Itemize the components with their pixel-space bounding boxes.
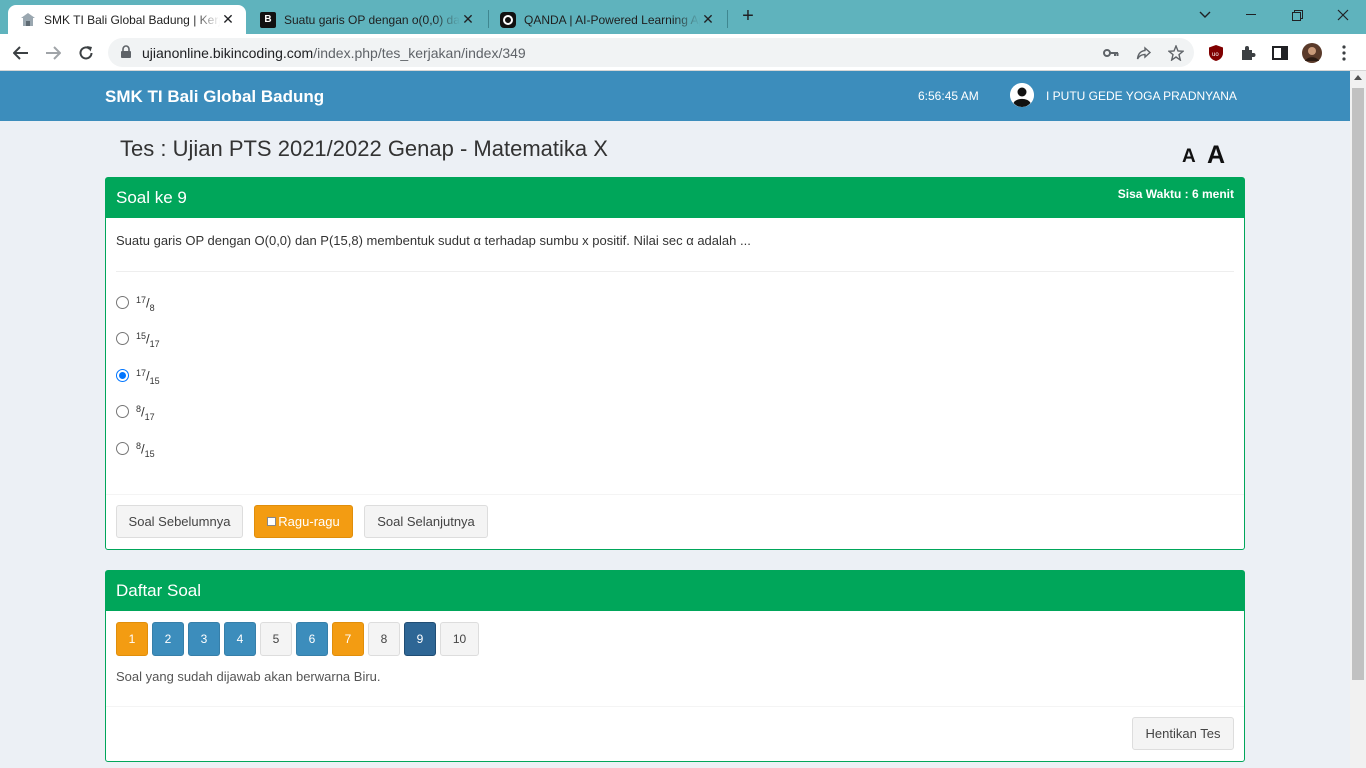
extensions-puzzle-icon[interactable] [1238,43,1258,63]
b-logo-icon: B [260,11,276,28]
clock-text: 6:56:45 AM [918,89,979,103]
browser-tab-active[interactable]: SMK TI Bali Global Badung | Kerjakan Tes… [8,5,246,34]
question-number-button[interactable]: 8 [368,622,400,656]
browser-tab[interactable]: B Suatu garis OP dengan o(0,0) dan P(15,… [248,5,486,34]
checkbox-icon[interactable] [267,517,277,526]
url-text: ujianonline.bikincoding.com/index.php/te… [142,45,526,61]
school-logo-icon [20,12,36,28]
url-host: ujianonline.bikincoding.com [142,45,314,61]
share-icon[interactable] [1135,44,1153,62]
next-question-button[interactable]: Soal Selanjutnya [364,505,488,538]
lock-icon [120,45,132,64]
browser-toolbar: ujianonline.bikincoding.com/index.php/te… [0,34,1366,71]
divider [106,706,1244,707]
radio-button[interactable] [116,405,129,419]
option-fraction: 17/8 [136,295,155,313]
tab-title: Suatu garis OP dengan o(0,0) dan P(15,8) [284,12,460,27]
answer-option[interactable]: 15/17 [116,331,160,349]
doubt-label: Ragu-ragu [278,514,340,529]
question-number-button[interactable]: 6 [296,622,328,656]
option-fraction: 8/15 [136,441,155,459]
close-icon[interactable]: ✕ [700,11,716,28]
font-size-decrease-button[interactable]: A [1182,146,1196,168]
profile-avatar-icon[interactable] [1302,43,1322,63]
scroll-up-arrow-icon[interactable] [1354,75,1362,80]
brand-title[interactable]: SMK TI Bali Global Badung [105,87,324,107]
scroll-thumb[interactable] [1352,88,1364,680]
question-number-button[interactable]: 4 [224,622,256,656]
back-arrow-icon[interactable] [8,40,34,66]
user-name[interactable]: I PUTU GEDE YOGA PRADNYANA [1046,89,1237,103]
question-number-button[interactable]: 3 [188,622,220,656]
answer-hint-text: Soal yang sudah dijawab akan berwarna Bi… [116,669,381,684]
browser-tab[interactable]: QANDA | AI-Powered Learning App ✕ [488,5,726,34]
question-list-box: Daftar Soal 1 2 3 4 5 6 7 8 9 10 Soal ya… [105,570,1245,762]
question-list-title: Daftar Soal [116,581,202,600]
close-icon[interactable]: ✕ [220,11,236,28]
key-icon[interactable] [1102,44,1120,62]
question-list-header: Daftar Soal [106,571,1244,611]
minimize-icon[interactable] [1228,0,1274,30]
browser-menu-icon[interactable] [1334,43,1354,63]
side-panel-icon[interactable] [1270,43,1290,63]
question-number-button[interactable]: 10 [440,622,479,656]
tab-title: SMK TI Bali Global Badung | Kerjakan Tes [44,12,220,27]
question-number-title: Soal ke 9 [116,188,187,207]
window-close-icon[interactable] [1320,0,1366,30]
previous-question-button[interactable]: Soal Sebelumnya [116,505,243,538]
option-fraction: 15/17 [136,331,160,349]
radio-button[interactable] [116,332,129,346]
radio-button[interactable] [116,442,129,456]
question-number-button[interactable]: 7 [332,622,364,656]
tab-search-chevron-icon[interactable] [1182,0,1228,30]
answer-option[interactable]: 8/15 [116,441,155,459]
doubt-button[interactable]: Ragu-ragu [254,505,353,538]
app-header: SMK TI Bali Global Badung 6:56:45 AM I P… [0,71,1350,121]
question-number-grid: 1 2 3 4 5 6 7 8 9 10 [116,622,483,656]
restore-icon[interactable] [1274,0,1320,30]
url-path: /index.php/tes_kerjakan/index/349 [313,45,526,61]
question-box: Soal ke 9 Sisa Waktu : 6 menit Suatu gar… [105,177,1245,550]
font-size-increase-button[interactable]: A [1207,141,1225,170]
option-fraction: 8/17 [136,404,155,422]
qanda-logo-icon [500,11,516,28]
question-text: Suatu garis OP dengan O(0,0) dan P(15,8)… [116,233,751,248]
reload-icon[interactable] [73,40,99,66]
divider [106,494,1244,495]
radio-button[interactable] [116,296,129,310]
question-number-button[interactable]: 1 [116,622,148,656]
tab-separator [727,10,728,28]
radio-button-checked[interactable] [116,369,129,383]
close-icon[interactable]: ✕ [460,11,476,28]
user-avatar-icon[interactable] [1010,83,1034,107]
question-number-button-current[interactable]: 9 [404,622,436,656]
answer-option[interactable]: 17/8 [116,295,155,313]
divider [116,271,1234,272]
answer-option-selected[interactable]: 17/15 [116,368,160,386]
tab-title: QANDA | AI-Powered Learning App [524,12,700,27]
stop-test-button[interactable]: Hentikan Tes [1132,717,1234,750]
question-box-header: Soal ke 9 Sisa Waktu : 6 menit [106,178,1244,218]
remaining-time: Sisa Waktu : 6 menit [1117,187,1234,201]
svg-text:uo: uo [1212,52,1219,58]
question-number-button[interactable]: 2 [152,622,184,656]
page-scrollbar[interactable] [1350,71,1366,768]
ublock-icon[interactable]: uo [1206,43,1226,63]
browser-tab-strip: SMK TI Bali Global Badung | Kerjakan Tes… [0,0,1366,34]
answer-option[interactable]: 8/17 [116,404,155,422]
question-number-button[interactable]: 5 [260,622,292,656]
page-title: Tes : Ujian PTS 2021/2022 Genap - Matema… [120,136,608,161]
forward-arrow-icon[interactable] [40,40,66,66]
bookmark-star-icon[interactable] [1167,44,1185,62]
option-fraction: 17/15 [136,368,160,386]
address-bar[interactable]: ujianonline.bikincoding.com/index.php/te… [108,38,1194,67]
new-tab-plus-icon[interactable]: + [737,6,759,28]
